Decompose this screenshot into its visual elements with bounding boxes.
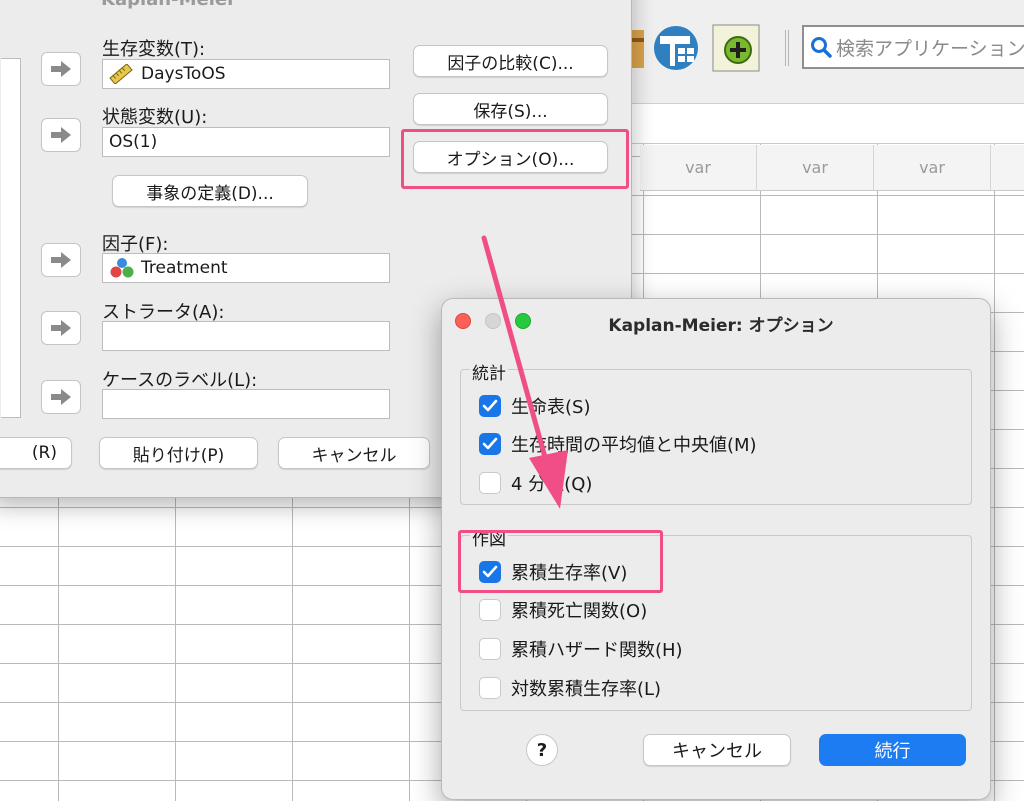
strata-field[interactable] — [102, 321, 390, 351]
move-to-strata-button[interactable] — [41, 311, 81, 345]
checkmark-icon — [482, 399, 498, 412]
checkbox-life-table[interactable]: 生命表(S) — [479, 393, 590, 419]
checkbox-label: 累積生存率(V) — [511, 563, 628, 584]
status-variable-value: OS(1) — [109, 132, 158, 152]
case-label-field[interactable] — [102, 389, 390, 419]
checkbox-label: 累積死亡関数(O) — [511, 601, 648, 622]
help-button[interactable]: ? — [526, 734, 558, 766]
checkbox-unchecked[interactable] — [479, 599, 501, 621]
toolbar: 検索アプリケーション — [632, 0, 1024, 104]
column-header-var[interactable] — [991, 145, 1024, 191]
move-to-factor-button[interactable] — [41, 243, 81, 277]
arrow-right-icon — [51, 320, 71, 336]
column-header-var[interactable]: var — [874, 145, 991, 191]
toolbar-separator — [785, 30, 789, 66]
column-header-var[interactable]: var — [757, 145, 874, 191]
checkbox-label: 累積ハザード関数(H) — [511, 640, 683, 661]
factor-value: Treatment — [141, 258, 228, 278]
variable-list[interactable] — [1, 58, 21, 418]
split-file-icon[interactable] — [652, 24, 700, 72]
document-icon[interactable] — [632, 24, 646, 72]
options-button-highlight — [401, 129, 629, 189]
factor-field[interactable]: Treatment — [102, 253, 390, 283]
search-box[interactable]: 検索アプリケーション — [802, 25, 1024, 69]
checkbox-survival[interactable]: 累積生存率(V) — [479, 559, 627, 585]
options-dialog: Kaplan-Meier: オプション 統計 生命表(S) 生存時間の平均値と中… — [441, 298, 991, 800]
time-variable-field[interactable]: DaysToOS — [102, 59, 390, 89]
status-variable-field[interactable]: OS(1) — [102, 127, 390, 157]
checkbox-mean-median[interactable]: 生存時間の平均値と中央値(M) — [479, 431, 757, 457]
define-event-button[interactable]: 事象の定義(D)... — [112, 175, 308, 207]
checkbox-label: 対数累積生存率(L) — [511, 679, 662, 700]
column-header-var[interactable]: var — [640, 145, 757, 191]
checkbox-unchecked[interactable] — [479, 677, 501, 699]
continue-button[interactable]: 続行 — [819, 734, 966, 766]
checkbox-label: 生命表(S) — [511, 397, 591, 418]
options-dialog-title: Kaplan-Meier: オプション — [608, 316, 834, 336]
search-placeholder: 検索アプリケーション — [836, 37, 1024, 60]
checkbox-checked[interactable] — [479, 561, 501, 583]
checkbox-hazard[interactable]: 累積ハザード関数(H) — [479, 636, 683, 662]
checkbox-checked[interactable] — [479, 395, 501, 417]
time-variable-value: DaysToOS — [141, 64, 226, 84]
checkbox-quartiles[interactable]: 4 分位(Q) — [479, 470, 592, 496]
nominal-variable-icon — [110, 258, 134, 278]
arrow-right-icon — [51, 252, 71, 268]
checkbox-log-survival[interactable]: 対数累積生存率(L) — [479, 675, 661, 701]
arrow-right-icon — [51, 127, 71, 143]
statistics-group-label: 統計 — [470, 359, 508, 384]
dialog-title: Kaplan-Meier — [101, 0, 236, 10]
move-to-status-button[interactable] — [41, 118, 81, 152]
checkbox-unchecked[interactable] — [479, 638, 501, 660]
cell-editor-bar[interactable] — [632, 104, 1024, 144]
options-cancel-button[interactable]: キャンセル — [643, 734, 791, 766]
compare-factor-button[interactable]: 因子の比較(C)... — [413, 45, 608, 77]
time-variable-label: 生存変数(T): — [102, 39, 206, 60]
checkbox-label: 生存時間の平均値と中央値(M) — [511, 435, 757, 456]
status-variable-label: 状態変数(U): — [102, 107, 208, 128]
checkbox-checked[interactable] — [479, 433, 501, 455]
reset-button[interactable]: (R) — [0, 437, 72, 469]
checkbox-one-minus-survival[interactable]: 累積死亡関数(O) — [479, 597, 647, 623]
scale-variable-icon — [109, 64, 133, 84]
checkbox-unchecked[interactable] — [479, 472, 501, 494]
options-titlebar: Kaplan-Meier: オプション — [442, 299, 990, 343]
checkbox-label: 4 分位(Q) — [511, 474, 593, 495]
add-variable-icon[interactable] — [712, 24, 760, 72]
cancel-button[interactable]: キャンセル — [278, 437, 430, 469]
arrow-right-icon — [51, 389, 71, 405]
arrow-right-icon — [51, 61, 71, 77]
move-to-time-button[interactable] — [41, 52, 81, 86]
search-icon — [811, 37, 832, 58]
checkmark-icon — [482, 437, 498, 450]
checkmark-icon — [482, 565, 498, 578]
save-button[interactable]: 保存(S)... — [413, 93, 608, 125]
paste-button[interactable]: 貼り付け(P) — [99, 437, 258, 469]
move-to-case-label-button[interactable] — [41, 380, 81, 414]
